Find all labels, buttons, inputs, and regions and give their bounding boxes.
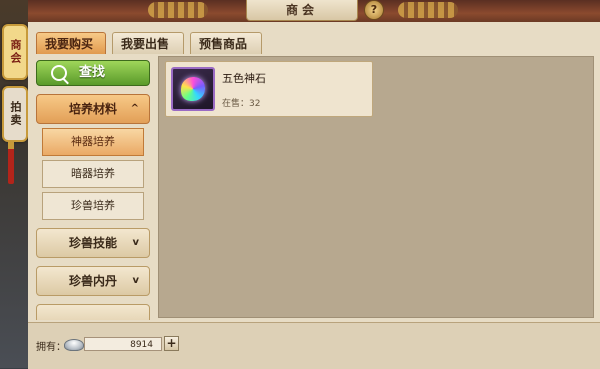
lantern-shanghui[interactable]: 商会 (2, 24, 28, 80)
footer-bar: 拥有： 8914 + (28, 322, 600, 369)
item-card[interactable]: 五色神石 在售：32 (165, 61, 373, 117)
item-name: 五色神石 (222, 72, 266, 85)
search-button-label: 查找 (79, 65, 106, 80)
tab-buy[interactable]: 我要购买 (36, 32, 106, 54)
chevron-down-icon: v (132, 237, 139, 248)
category-beast-core[interactable]: 珍兽内丹 v (36, 266, 150, 296)
item-stock: 在售：32 (222, 99, 261, 109)
chevron-down-icon: v (132, 275, 139, 286)
category-menu: 查找 培养材料 ^ 神器培养 暗器培养 珍兽培养 珍兽技能 v 珍兽内丹 v (34, 58, 152, 320)
tassel-decoration (8, 140, 14, 184)
category-label: 培养材料 (68, 102, 117, 116)
market-panel: 我要购买 我要出售 预售商品 查找 培养材料 ^ 神器培养 暗器培养 珍兽培养 … (28, 22, 600, 369)
item-listing-area: 五色神石 在售：32 (158, 56, 594, 318)
side-lantern-strip: 商会 拍卖 (0, 0, 28, 368)
category-cultivation-materials[interactable]: 培养材料 ^ (36, 94, 150, 124)
lantern-paimai[interactable]: 拍卖 (2, 86, 28, 142)
category-next-partial[interactable] (36, 304, 150, 320)
subitem-beast-cultivation[interactable]: 珍兽培养 (42, 192, 144, 220)
category-label: 珍兽内丹 (68, 274, 117, 288)
chevron-up-icon: ^ (130, 103, 139, 114)
rainbow-gem-icon (171, 67, 215, 111)
add-currency-button[interactable]: + (164, 336, 179, 351)
magnifier-icon (51, 65, 67, 81)
currency-amount: 8914 (84, 337, 162, 351)
subitem-hidden-weapon-cultivation[interactable]: 暗器培养 (42, 160, 144, 188)
subitem-artifact-cultivation[interactable]: 神器培养 (42, 128, 144, 156)
owned-label: 拥有： (36, 342, 66, 353)
silver-ingot-icon (64, 339, 84, 351)
tab-presale[interactable]: 预售商品 (190, 32, 262, 54)
window-title: 商会 (246, 0, 358, 21)
tab-sell[interactable]: 我要出售 (112, 32, 184, 54)
category-beast-skills[interactable]: 珍兽技能 v (36, 228, 150, 258)
gem-graphic (181, 77, 205, 101)
category-label: 珍兽技能 (68, 236, 117, 250)
search-button[interactable]: 查找 (36, 60, 150, 86)
ornament-right (398, 2, 458, 18)
help-button[interactable]: ? (364, 0, 384, 20)
ornament-left (148, 2, 208, 18)
